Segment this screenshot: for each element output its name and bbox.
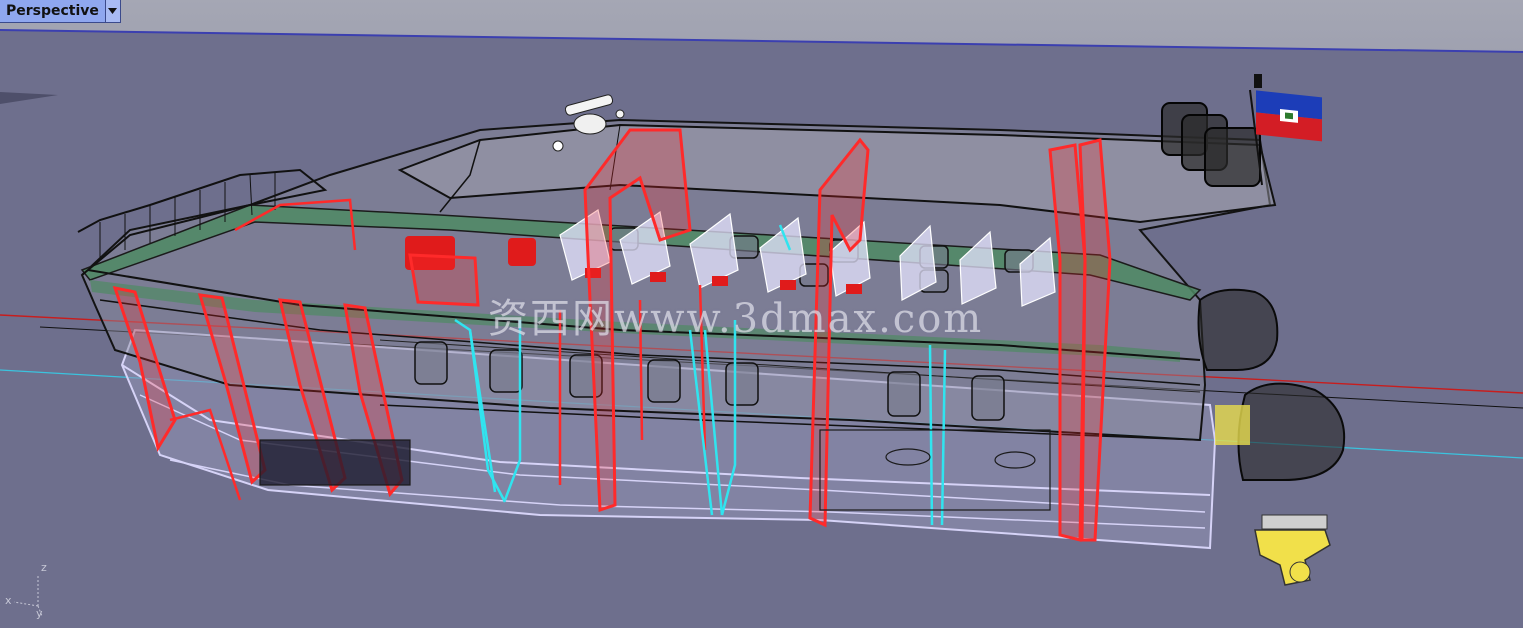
axis-label-x: x bbox=[5, 594, 12, 607]
viewport-menu-button[interactable] bbox=[104, 0, 120, 22]
perspective-viewport[interactable]: 资西网www.3dmax.com z x y Perspective bbox=[0, 0, 1523, 628]
chevron-down-icon bbox=[108, 8, 118, 14]
axis-label-z: z bbox=[41, 561, 47, 574]
axis-label-y: y bbox=[36, 607, 43, 620]
haiti-flag-icon bbox=[1256, 90, 1322, 142]
viewport-tab[interactable]: Perspective bbox=[0, 0, 121, 23]
viewport-title[interactable]: Perspective bbox=[0, 0, 105, 22]
watermark-text: 资西网www.3dmax.com bbox=[488, 296, 984, 342]
